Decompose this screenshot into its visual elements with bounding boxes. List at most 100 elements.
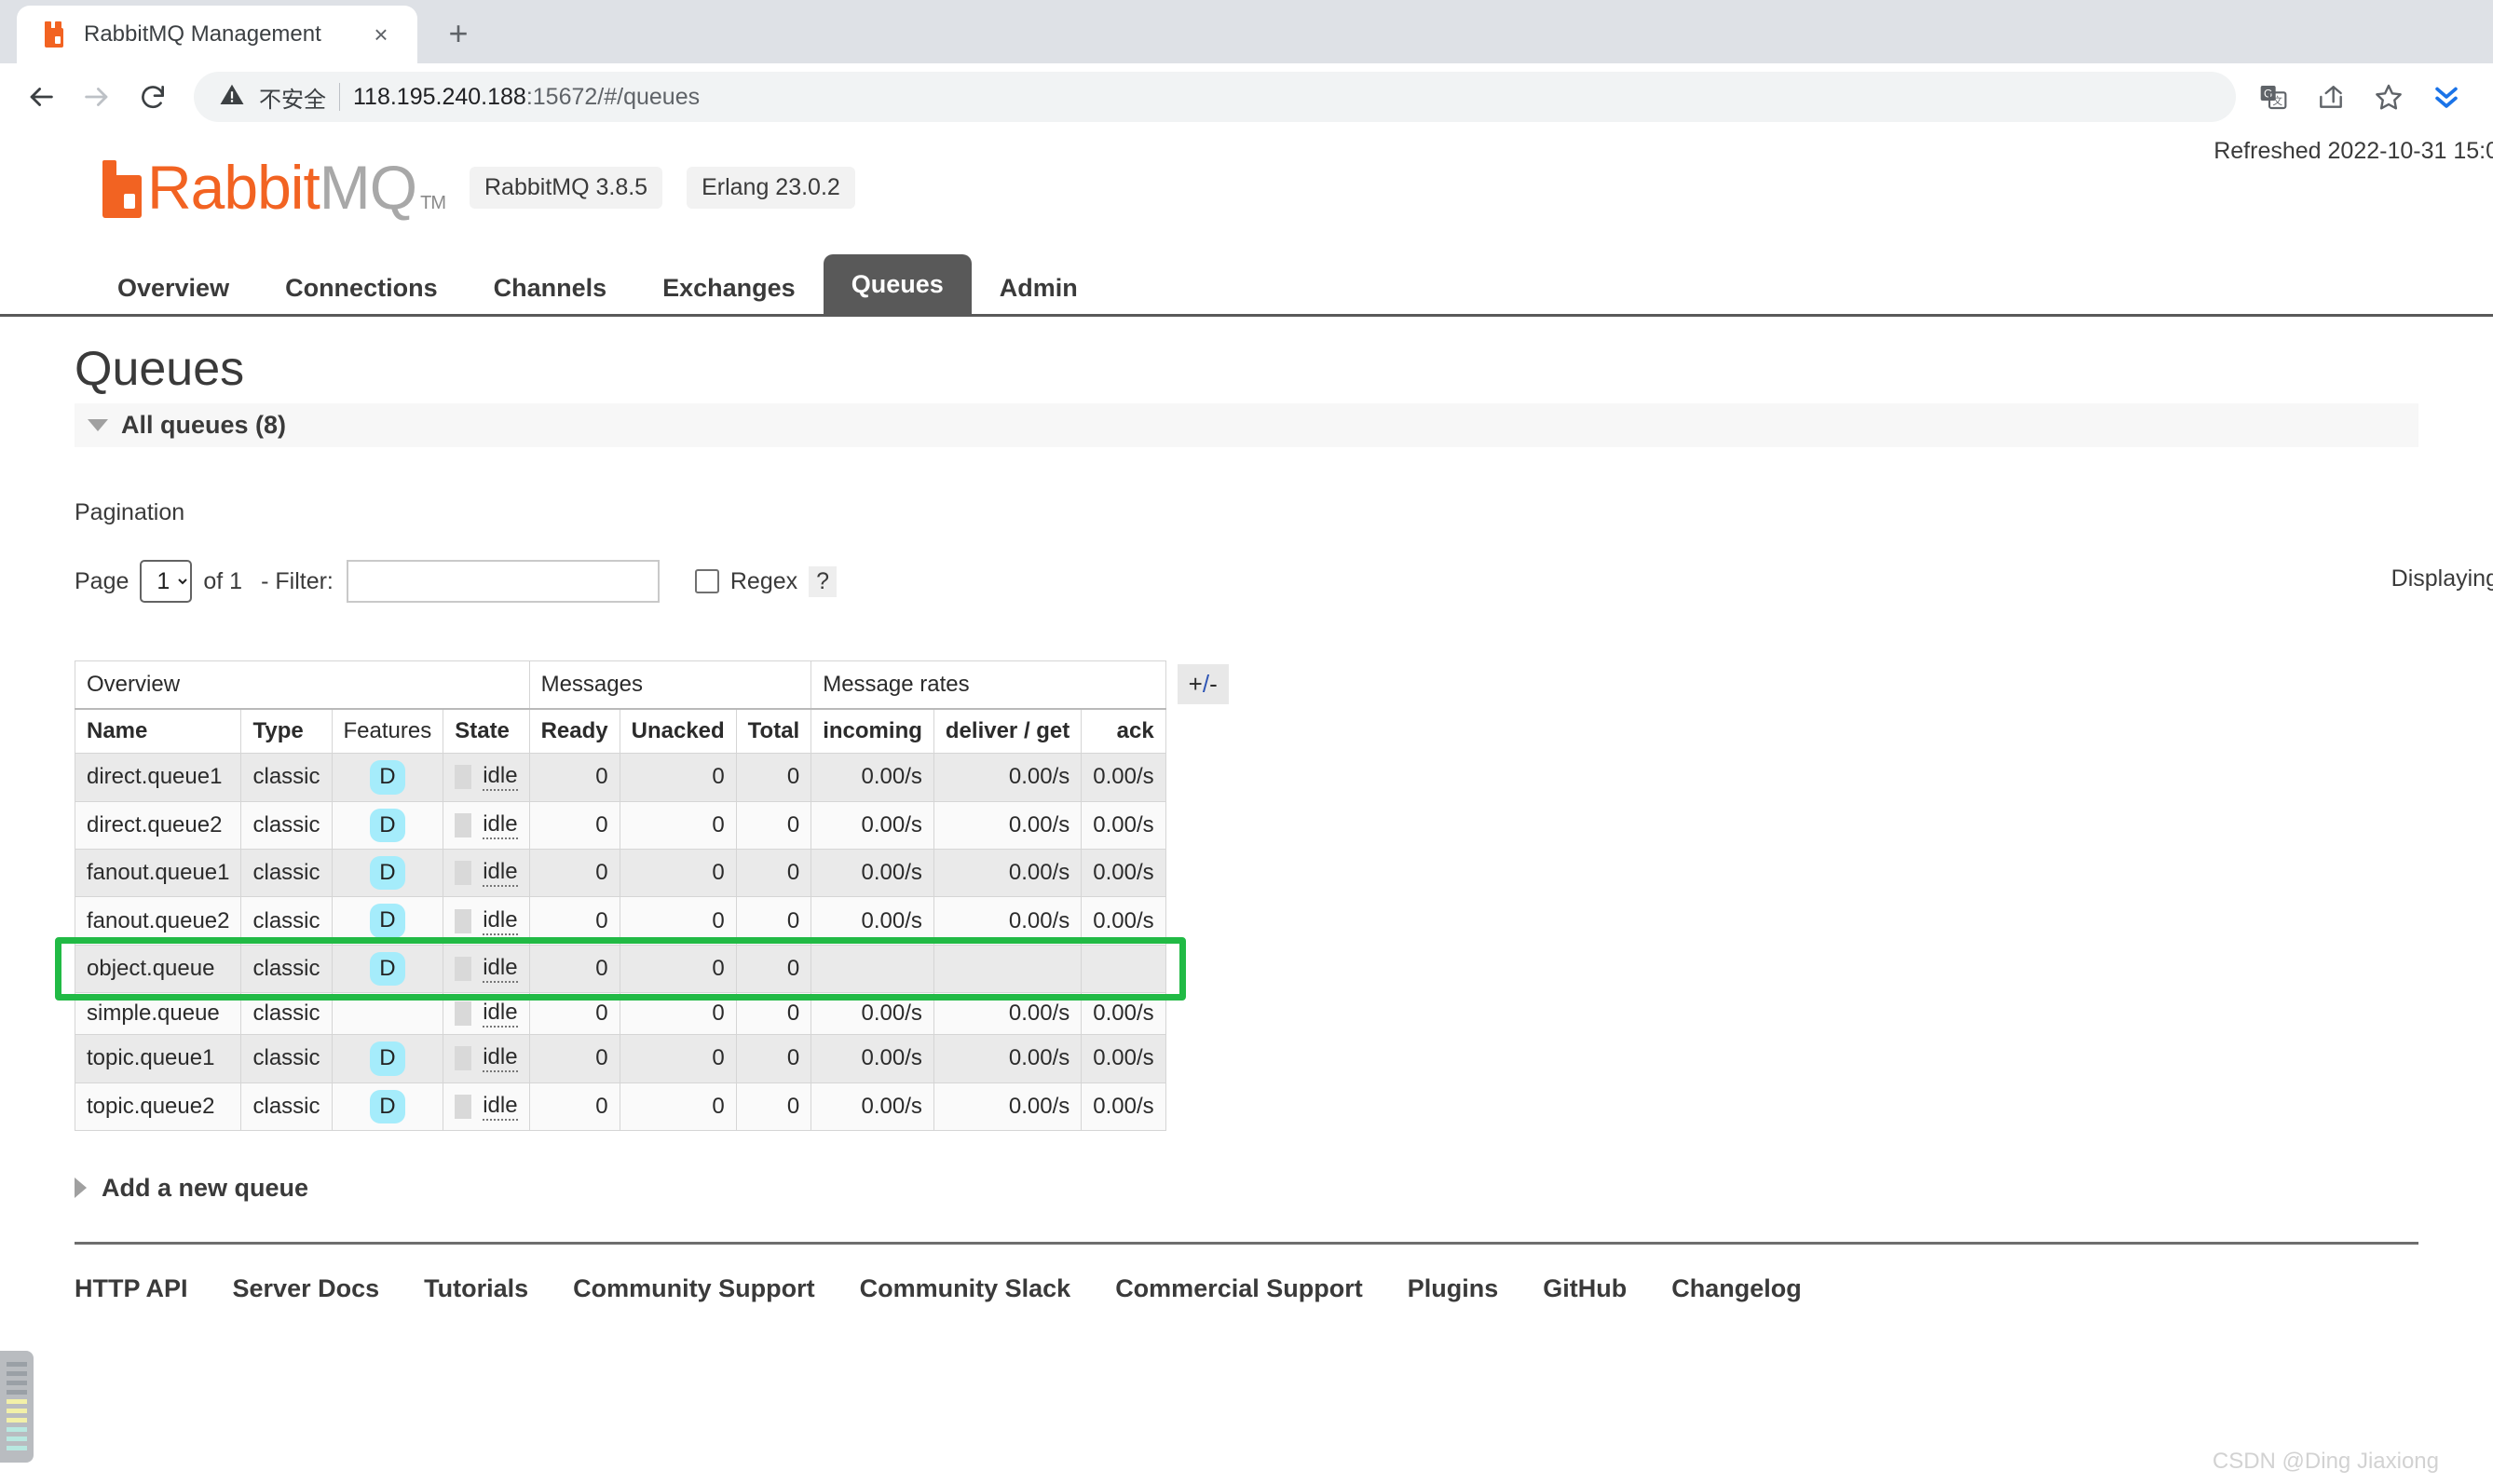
not-secure-warning-icon[interactable]	[218, 81, 246, 114]
address-bar-url: 118.195.240.188:15672/#/queues	[353, 84, 2212, 111]
state-label[interactable]: idle	[483, 955, 518, 983]
cell-queue-name[interactable]: fanout.queue2	[74, 896, 242, 946]
rabbitmq-logo[interactable]: Rabbit MQ TM	[93, 157, 446, 218]
cell-ready: 0	[528, 753, 620, 802]
cell-type: classic	[240, 753, 333, 802]
state-label[interactable]: idle	[483, 763, 518, 792]
tab-overview[interactable]: Overview	[89, 262, 257, 314]
chevron-right-icon[interactable]	[75, 1178, 87, 1199]
col-ready[interactable]: Ready	[528, 708, 620, 755]
col-state[interactable]: State	[443, 708, 530, 755]
app-header: Rabbit MQ TM RabbitMQ 3.8.5 Erlang 23.0.…	[0, 130, 2493, 218]
queues-table: Overview Messages Message rates Name Typ…	[74, 660, 1166, 1131]
chevron-down-icon[interactable]	[88, 419, 108, 432]
col-total[interactable]: Total	[735, 708, 812, 755]
state-label[interactable]: idle	[483, 1093, 518, 1121]
page-select[interactable]: 1	[140, 560, 193, 604]
cell-ack: 0.00/s	[1081, 753, 1166, 802]
col-name[interactable]: Name	[74, 708, 242, 755]
table-row[interactable]: direct.queue2 classic Didle 0 0 0 0.00/s 0.00/s…	[74, 800, 1166, 850]
table-row[interactable]: topic.queue2 classic Didle 0 0 0 0.00/s 0.00/s 0…	[74, 1082, 1166, 1131]
regex-help-button[interactable]: ?	[809, 565, 838, 597]
cell-features: D	[331, 1034, 444, 1083]
cell-unacked: 0	[619, 753, 737, 802]
state-swatch	[455, 1001, 472, 1027]
state-swatch	[455, 812, 472, 837]
state-swatch	[455, 1046, 472, 1071]
col-deliver-get[interactable]: deliver / get	[933, 708, 1083, 755]
state-label[interactable]: idle	[483, 859, 518, 888]
table-row[interactable]: simple.queue classic idle 0 0 0 0.00/s 0.00/s 0.…	[74, 992, 1166, 1036]
browser-tab[interactable]: RabbitMQ Management ×	[17, 6, 417, 63]
address-bar[interactable]: 不安全 118.195.240.188:15672/#/queues	[194, 72, 2236, 122]
tab-admin[interactable]: Admin	[972, 262, 1106, 314]
col-type[interactable]: Type	[240, 708, 333, 755]
col-unacked[interactable]: Unacked	[619, 708, 737, 755]
pagination-controls: Page 1 of 1 - Filter: Regex ? Displaying	[75, 560, 2493, 604]
toggle-columns-button[interactable]: +/-	[1177, 664, 1229, 705]
queues-table-wrap: Overview Messages Message rates Name Typ…	[74, 660, 2493, 1131]
footer-link-server-docs[interactable]: Server Docs	[233, 1274, 380, 1303]
col-incoming[interactable]: incoming	[811, 708, 934, 755]
watermark: CSDN @Ding Jiaxiong	[2212, 1449, 2439, 1474]
add-new-queue-label: Add a new queue	[102, 1173, 309, 1202]
footer-link-commercial-support[interactable]: Commercial Support	[1115, 1274, 1363, 1303]
share-icon[interactable]	[2305, 71, 2357, 123]
browser-side-panel-handle[interactable]	[0, 1351, 34, 1463]
translate-icon[interactable]: G文	[2247, 71, 2299, 123]
cell-total: 0	[735, 1082, 812, 1131]
cell-type: classic	[240, 848, 333, 898]
state-label[interactable]: idle	[483, 811, 518, 839]
svg-text:文: 文	[2272, 95, 2282, 107]
tab-exchanges[interactable]: Exchanges	[634, 262, 824, 314]
reload-icon[interactable]	[127, 71, 179, 123]
star-icon[interactable]	[2363, 71, 2415, 123]
footer-link-community-slack[interactable]: Community Slack	[860, 1274, 1071, 1303]
cell-state: idle	[443, 848, 530, 898]
tab-connections[interactable]: Connections	[257, 262, 466, 314]
footer-link-tutorials[interactable]: Tutorials	[424, 1274, 528, 1303]
cell-queue-name[interactable]: fanout.queue1	[74, 848, 242, 898]
cell-ready: 0	[528, 1082, 620, 1131]
filter-input[interactable]	[346, 560, 660, 604]
tab-queues[interactable]: Queues	[823, 254, 972, 314]
new-tab-button[interactable]: +	[432, 7, 484, 60]
cell-queue-name[interactable]: direct.queue1	[74, 753, 242, 802]
cell-queue-name[interactable]: direct.queue2	[74, 800, 242, 850]
regex-checkbox[interactable]	[694, 569, 719, 594]
cell-queue-name[interactable]: topic.queue2	[74, 1082, 242, 1131]
footer-link-plugins[interactable]: Plugins	[1408, 1274, 1499, 1303]
col-ack[interactable]: ack	[1081, 708, 1166, 755]
table-row[interactable]: topic.queue1 classic Didle 0 0 0 0.00/s 0.00/s 0…	[74, 1034, 1166, 1083]
all-queues-label: All queues (8)	[121, 411, 287, 440]
state-label[interactable]: idle	[483, 907, 518, 935]
cell-state: idle	[443, 992, 530, 1036]
cell-unacked: 0	[619, 992, 737, 1036]
cell-queue-name[interactable]: object.queue	[74, 944, 242, 994]
cell-state: idle	[443, 1082, 530, 1131]
footer-link-community-support[interactable]: Community Support	[573, 1274, 814, 1303]
cell-queue-name[interactable]: topic.queue1	[74, 1034, 242, 1083]
state-label[interactable]: idle	[483, 1044, 518, 1073]
regex-toggle[interactable]: Regex ?	[694, 565, 838, 597]
footer-link-list: HTTP API Server Docs Tutorials Community Su…	[75, 1245, 2493, 1303]
cell-ready: 0	[528, 944, 620, 994]
table-row[interactable]: fanout.queue2 classic Didle 0 0 0 0.00/s 0.00/s…	[74, 896, 1166, 946]
cell-queue-name[interactable]: simple.queue	[74, 992, 242, 1036]
back-arrow-icon[interactable]	[15, 71, 67, 123]
add-new-queue-section[interactable]: Add a new queue	[75, 1174, 2493, 1203]
close-icon[interactable]: ×	[365, 19, 397, 50]
cell-type: classic	[240, 896, 333, 946]
all-queues-section-header[interactable]: All queues (8)	[75, 403, 2418, 448]
state-label[interactable]: idle	[483, 1000, 518, 1028]
footer-link-changelog[interactable]: Changelog	[1671, 1274, 1802, 1303]
cell-state: idle	[443, 896, 530, 946]
rabbitmq-management-page: Rabbit MQ TM RabbitMQ 3.8.5 Erlang 23.0.…	[0, 130, 2493, 1484]
chevrons-down-icon[interactable]	[2420, 71, 2473, 123]
table-row[interactable]: fanout.queue1 classic Didle 0 0 0 0.00/s 0.00/s…	[74, 848, 1166, 898]
table-row[interactable]: direct.queue1 classic Didle 0 0 0 0.00/s 0.00/s…	[74, 753, 1166, 802]
tab-channels[interactable]: Channels	[466, 262, 635, 314]
footer-link-http-api[interactable]: HTTP API	[75, 1274, 188, 1303]
footer-link-github[interactable]: GitHub	[1543, 1274, 1627, 1303]
table-row[interactable]: object.queue classic Didle 0 0 0	[74, 944, 1166, 994]
